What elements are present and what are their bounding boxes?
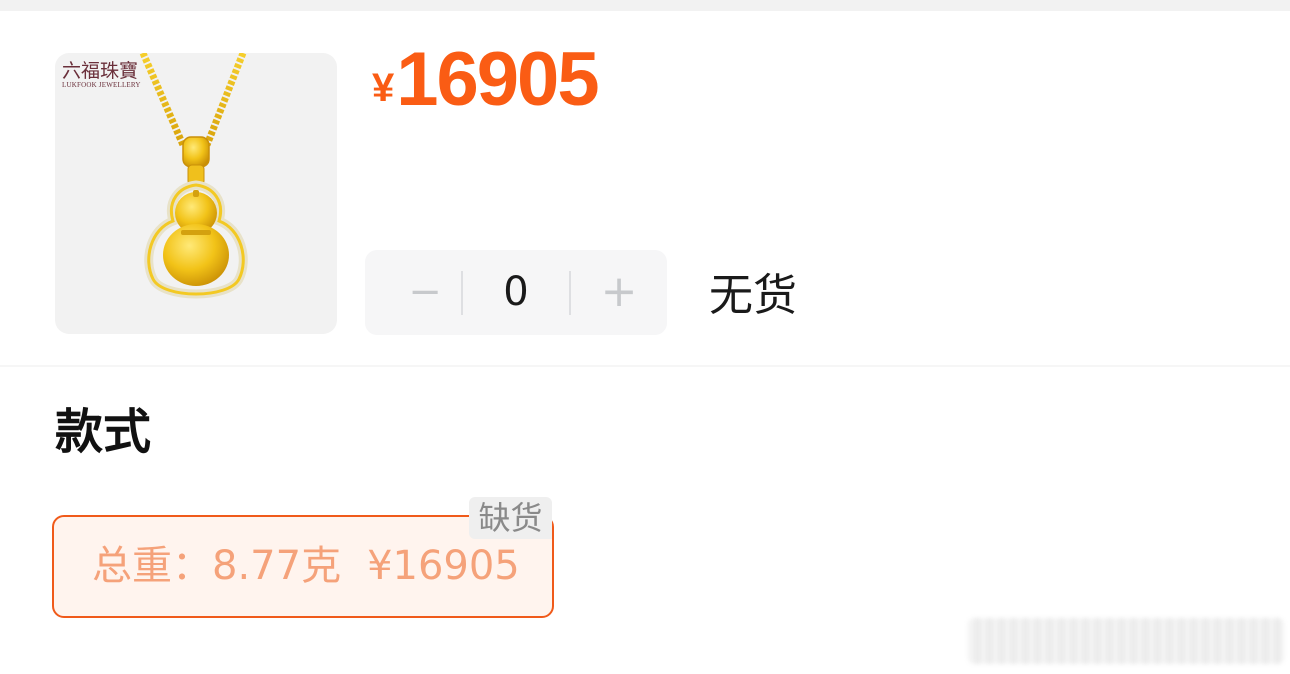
top-strip	[0, 0, 1290, 11]
product-image[interactable]: 六福珠寶 LUKFOOK JEWELLERY	[55, 53, 337, 334]
stepper-divider	[461, 271, 463, 315]
price-amount: 16905	[396, 37, 599, 122]
variant-option-label: 总重：8.77克 ¥16905	[92, 517, 520, 616]
brand-name-en: LUKFOOK JEWELLERY	[62, 81, 141, 89]
spec-section-title: 款式	[55, 404, 152, 460]
variant-price: ¥16905	[367, 543, 520, 589]
variant-weight-value: 8.77克	[212, 543, 342, 589]
quantity-value[interactable]: 0	[465, 250, 567, 335]
out-of-stock-badge: 缺货	[469, 497, 552, 539]
increase-button[interactable]: +	[589, 250, 649, 335]
blurred-watermark	[968, 618, 1284, 664]
section-divider	[0, 365, 1290, 367]
stock-status: 无货	[709, 270, 797, 321]
product-price: ¥16905	[372, 36, 600, 123]
price-currency: ¥	[372, 66, 395, 110]
variant-weight-label: 总重：	[92, 543, 212, 589]
stepper-divider	[569, 271, 571, 315]
decrease-button[interactable]: −	[395, 250, 455, 335]
brand-name-cn: 六福珠寶	[62, 60, 139, 82]
quantity-stepper: − 0 +	[365, 250, 667, 335]
gold-gourd-pendant-icon	[139, 53, 248, 299]
brand-logo: 六福珠寶 LUKFOOK JEWELLERY	[62, 61, 141, 90]
